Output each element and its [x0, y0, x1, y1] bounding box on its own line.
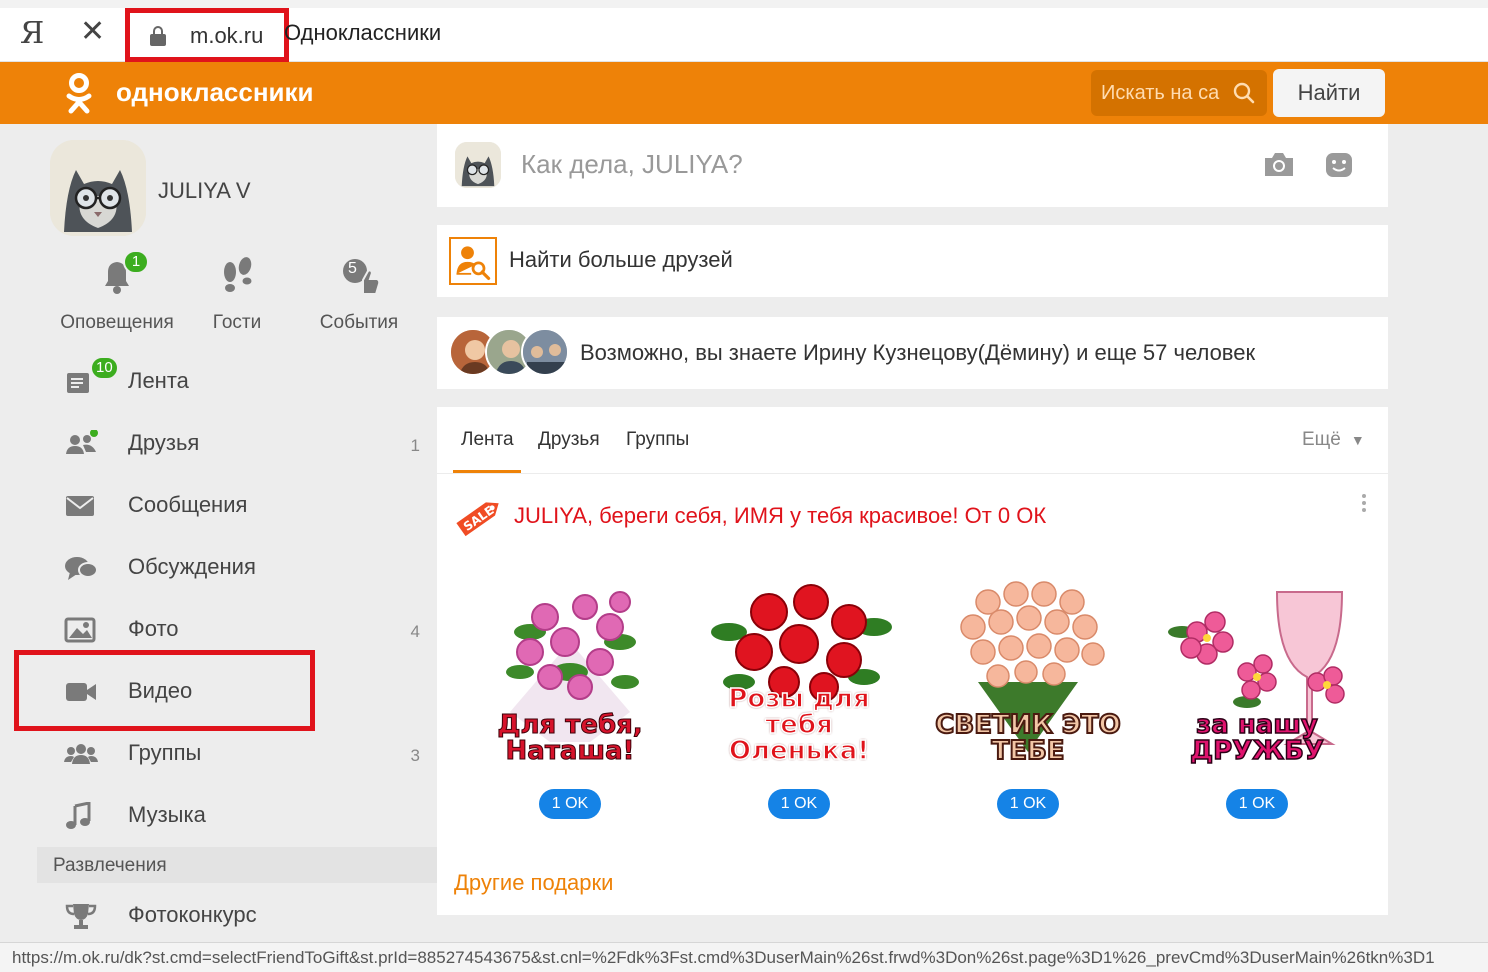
page-title: Одноклассники [284, 20, 442, 45]
envelope-icon [66, 496, 94, 516]
section-header-entertainment: Развлечения [37, 847, 437, 883]
gift-price-badge[interactable]: 1 OK [539, 789, 601, 819]
quick-link-label: События [319, 312, 399, 333]
cat-avatar-icon [50, 140, 146, 236]
find-friends-card[interactable]: Найти больше друзей [437, 225, 1388, 297]
music-note-icon [66, 802, 91, 829]
trophy-icon [65, 904, 97, 929]
sidebar-item-label: Лента [128, 368, 189, 393]
feed-badge: 10 [90, 356, 119, 380]
quick-link-events[interactable]: 5 События [294, 256, 424, 334]
search-icon[interactable] [1233, 82, 1255, 104]
chat-bubbles-icon [65, 557, 98, 580]
tab-strip [0, 0, 1488, 8]
friends-count: 1 [410, 436, 420, 455]
gift-caption: Для тебя, Наташа! [497, 710, 643, 766]
caret-down-icon: ▼ [1350, 432, 1365, 448]
sidebar-item-label: Фото [128, 616, 179, 641]
quick-link-guests[interactable]: Гости [172, 256, 302, 334]
sidebar-item-discussions[interactable]: Обсуждения [40, 538, 430, 598]
find-friends-icon [449, 237, 497, 285]
post-input[interactable]: Как дела, JULIYA? [521, 149, 743, 180]
address-bar[interactable]: m.ok.ru [125, 8, 289, 62]
sidebar-item-groups[interactable]: Группы 3 [40, 724, 430, 784]
tab-groups[interactable]: Группы [626, 429, 689, 451]
events-icon [343, 259, 381, 295]
user-name[interactable]: JULIYA V [158, 178, 251, 204]
close-icon[interactable]: ✕ [80, 14, 105, 49]
people-you-may-know-card[interactable]: Возможно, вы знаете Ирину Кузнецову(Дёми… [437, 317, 1388, 389]
friends-icon [66, 430, 98, 454]
tab-feed[interactable]: Лента [461, 429, 514, 451]
ok-logo-icon[interactable] [64, 72, 94, 114]
gift-card[interactable]: за нашу ДРУЖБУ [1157, 572, 1357, 772]
kebab-menu-icon[interactable] [1357, 491, 1371, 515]
browser-status-bar: https://m.ok.ru/dk?st.cmd=selectFriendTo… [0, 942, 1488, 972]
tab-friends[interactable]: Друзья [538, 429, 600, 451]
gift-caption: Розы для тебя Оленька! [728, 684, 871, 766]
sidebar-item-feed[interactable]: 10 Лента [40, 352, 430, 412]
yandex-logo[interactable]: Я [20, 16, 44, 51]
camera-icon[interactable] [1263, 150, 1295, 178]
gift-card[interactable]: Для тебя, Наташа! [470, 572, 670, 772]
photo-icon [64, 617, 96, 643]
avatar[interactable] [50, 140, 146, 236]
status-url: https://m.ok.ru/dk?st.cmd=selectFriendTo… [12, 948, 1435, 967]
gift-caption: СВЕТИК ЭТО ТЕБЕ [934, 710, 1121, 766]
footprints-icon [224, 257, 252, 292]
find-friends-label: Найти больше друзей [509, 247, 733, 272]
gift-price-badge[interactable]: 1 OK [1226, 789, 1288, 819]
sidebar-item-label: Сообщения [128, 492, 248, 517]
gift-card[interactable]: Розы для тебя Оленька! [699, 572, 899, 772]
group-photo-icon [523, 330, 567, 374]
site-header: одноклассники Найти [0, 62, 1488, 124]
brand-name[interactable]: одноклассники [116, 77, 314, 108]
more-label: Ещё [1302, 429, 1341, 450]
other-gifts-link[interactable]: Другие подарки [454, 870, 613, 896]
find-button[interactable]: Найти [1273, 69, 1385, 117]
divider [437, 473, 1388, 474]
sale-tag-icon: SALE [456, 502, 499, 537]
gift-price-badge[interactable]: 1 OK [768, 789, 830, 819]
sidebar-item-friends[interactable]: Друзья 1 [40, 414, 430, 474]
search-box[interactable] [1091, 70, 1267, 116]
sidebar-item-messages[interactable]: Сообщения [40, 476, 430, 536]
sidebar-item-photo-contest[interactable]: Фотоконкурс [40, 886, 430, 946]
smile-icon[interactable] [1325, 152, 1353, 178]
url-text[interactable]: m.ok.ru [190, 23, 263, 49]
feed-card: Лента Друзья Группы Ещё ▼ SALE JULIYA, бе… [437, 407, 1388, 915]
promo-text[interactable]: JULIYA, береги себя, ИМЯ у тебя красивое… [514, 503, 1046, 529]
sidebar-item-label: Обсуждения [128, 554, 256, 579]
gift-card[interactable]: СВЕТИК ЭТО ТЕБЕ [928, 572, 1128, 772]
gift-caption: за нашу ДРУЖБУ [1189, 710, 1324, 766]
gift-price-badge[interactable]: 1 OK [997, 789, 1059, 819]
browser-toolbar: Я ✕ m.ok.ru Одноклассники [0, 0, 1488, 62]
people-you-may-know-text: Возможно, вы знаете Ирину Кузнецову(Дёми… [580, 340, 1256, 365]
sidebar-item-label: Фотоконкурс [128, 902, 257, 927]
sidebar-item-music[interactable]: Музыка [40, 786, 430, 846]
more-tabs-dropdown[interactable]: Ещё ▼ [1302, 429, 1365, 451]
video-highlight-frame [14, 650, 315, 731]
sidebar-item-label: Группы [128, 740, 202, 765]
notification-badge: 1 [123, 250, 149, 274]
left-sidebar: JULIYA V 1 Оповещения Гости 5 События 10… [0, 124, 437, 942]
section-title: Развлечения [53, 855, 167, 876]
friend-avatar[interactable] [521, 328, 569, 376]
cat-avatar-icon [455, 142, 501, 188]
quick-link-notifications[interactable]: 1 Оповещения [52, 250, 182, 334]
search-input[interactable] [1101, 80, 1223, 106]
avatar[interactable] [455, 142, 501, 188]
sidebar-item-label: Музыка [128, 802, 206, 827]
groups-count: 3 [410, 746, 420, 765]
photos-count: 4 [410, 622, 420, 641]
events-count: 5 [348, 260, 357, 277]
post-composer[interactable]: Как дела, JULIYA? [437, 124, 1388, 207]
quick-link-label: Гости [212, 312, 262, 333]
groups-icon [64, 744, 98, 764]
lock-icon [150, 26, 166, 46]
sidebar-item-label: Друзья [128, 430, 200, 455]
quick-link-label: Оповещения [60, 312, 174, 333]
